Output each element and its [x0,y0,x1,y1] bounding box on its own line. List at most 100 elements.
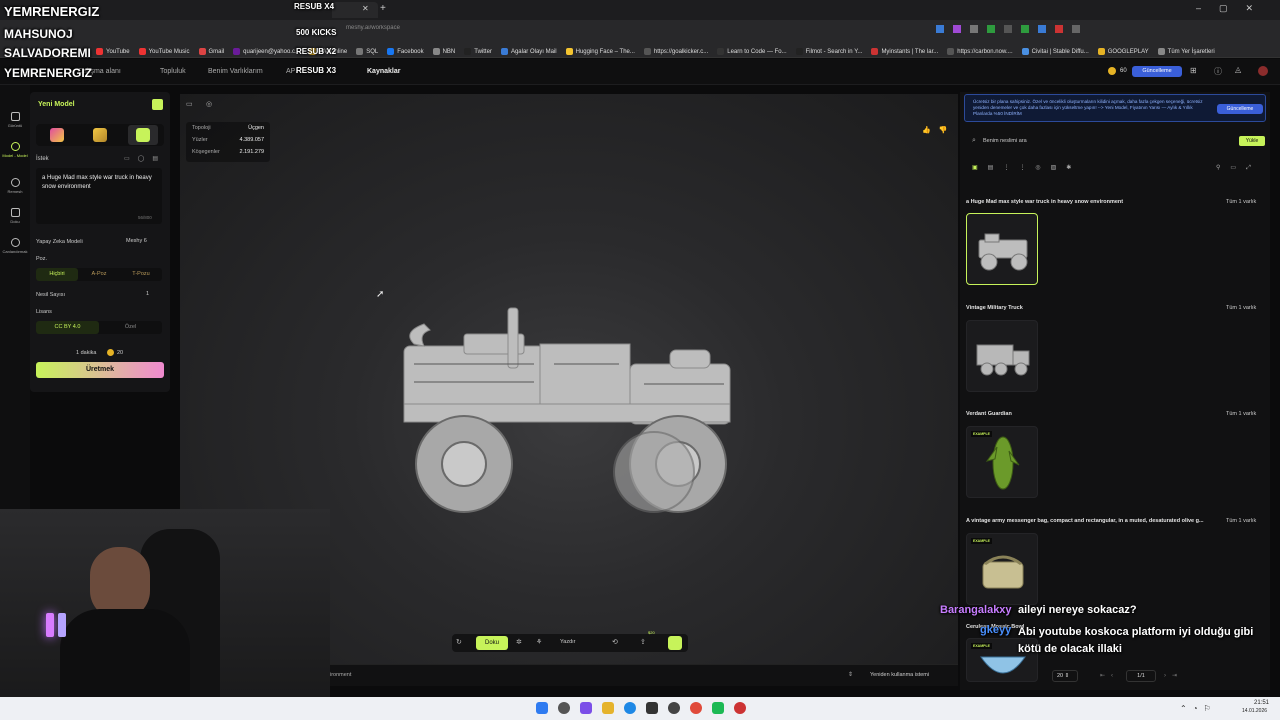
help-icon[interactable]: ⓘ [1214,66,1222,77]
bookmark-item[interactable]: https://goalkicker.c... [643,44,708,60]
app-icon[interactable] [712,702,724,714]
github-icon[interactable] [668,702,680,714]
asset-thumb-verdant-guardian[interactable]: EXAMPLE [966,426,1038,498]
asset-thumb-war-truck[interactable] [966,213,1038,285]
new-model-icon[interactable] [152,99,163,110]
new-tab-icon[interactable]: + [380,3,386,14]
bookmark-item[interactable]: Civitai | Stable Diffu... [1021,44,1089,60]
export-icon[interactable]: ⇪ [640,638,646,646]
expand-icon[interactable]: ⇕ [848,671,853,678]
edge-icon[interactable] [624,702,636,714]
view-icons[interactable]: ⚲▭⤢ [1216,164,1261,172]
prompt-textarea[interactable]: a Huge Mad max style war truck in heavy … [36,168,162,224]
bookmark-item[interactable]: GOOGLEPLAY [1097,44,1149,60]
materials-icon[interactable]: ✲ [516,638,522,646]
rail-image[interactable]: Görüntü [0,112,30,128]
browser-tab[interactable] [332,2,378,18]
asset-title[interactable]: Verdant Guardian [966,411,1216,417]
bookmark-item[interactable]: Myinstants | The lar... [871,44,938,60]
text-to-3d-icon[interactable] [50,128,64,142]
asset-count[interactable]: Tüm 1 varlık [1226,518,1256,524]
bell-icon[interactable]: ◬ [1235,65,1241,74]
reuse-prompt-button[interactable]: Yeniden kullanma istemi [870,672,929,678]
pose-a[interactable]: A-Poz [78,268,120,281]
ai-model-select[interactable]: Meshy 6 [126,238,147,244]
start-icon[interactable] [536,702,548,714]
image-to-3d-icon[interactable] [93,128,107,142]
texture-button[interactable]: Doku [476,636,508,650]
bookmark-item[interactable]: Gmail [198,44,224,60]
chrome-icon[interactable] [690,702,702,714]
pose-none[interactable]: Hiçbiri [36,268,78,281]
extension-icons[interactable] [936,25,1206,36]
clock-date[interactable]: 14.01.2026 [1242,708,1267,714]
rating-icons[interactable]: 👍👎 [922,126,955,134]
page-size-select[interactable]: 20 ⇕ [1052,670,1078,682]
prompt-tools-icons[interactable]: ▭◯▤ [124,155,166,162]
gen-count-select[interactable]: 1 [146,291,149,297]
url-text[interactable]: meshy.ai/workspace [346,25,606,31]
pose-t[interactable]: T-Pozu [120,268,162,281]
asset-title[interactable]: Vintage Military Truck [966,305,1216,311]
terminal-icon[interactable] [646,702,658,714]
download-icon[interactable] [668,636,682,650]
page-indicator[interactable]: 1/1 [1126,670,1156,682]
tab-close-icon[interactable]: ✕ [362,4,369,13]
bookmark-item[interactable]: SQL [356,44,378,60]
asset-thumb-military-truck[interactable] [966,320,1038,392]
filter-icons[interactable]: ▣▤⋮⋮◎▨✱ [972,164,1082,174]
promo-upgrade-button[interactable]: Güncelleme [1217,104,1263,114]
gift-icon[interactable]: ⊞ [1190,66,1197,75]
rail-model[interactable]: Model - Model [0,142,30,158]
pager-next-icons[interactable]: ›⇥ [1164,672,1183,679]
rail-remesh[interactable]: Remesh [0,178,30,194]
bookmark-item[interactable]: Tüm Yer İşaretleri [1157,44,1215,60]
remesh-tool-icon[interactable]: ⟲ [612,638,618,646]
generate-button[interactable]: Üretmek [36,362,164,378]
bookmark-item[interactable]: Learn to Code — Fo... [717,44,787,60]
window-controls[interactable]: –▢✕ [1196,3,1271,14]
bookmark-item[interactable]: YouTube Music [138,44,190,60]
bookmark-item[interactable]: Twitter [464,44,492,60]
upload-button[interactable]: Yükle [1239,136,1265,146]
rig-icon[interactable]: ⚘ [536,638,542,646]
bookmark-item[interactable]: Filmot - Search in Y... [795,44,862,60]
rotate-icon[interactable]: ↻ [456,638,462,646]
rail-texture[interactable]: Doku [0,208,30,224]
streamer-body [60,609,190,697]
print-button[interactable]: Yazdır [560,639,576,645]
app-icon[interactable] [734,702,746,714]
search-icon[interactable] [558,702,570,714]
tab-multi-active[interactable] [128,125,158,145]
asset-count[interactable]: Tüm 1 varlık [1226,199,1256,205]
asset-thumb-messenger-bag[interactable]: EXAMPLE [966,533,1038,605]
tray-icons[interactable]: ⌃◔⚐ [1180,704,1217,713]
bookmark-item[interactable]: YouTube [96,44,130,60]
settings-icon[interactable]: ◎ [206,100,212,108]
license-cc[interactable]: CC BY 4.0 [36,321,99,334]
clock-time[interactable]: 21:51 [1254,700,1269,706]
avatar[interactable] [1258,66,1268,76]
bookmark-item[interactable]: NBN [432,44,455,60]
copilot-icon[interactable] [580,702,592,714]
bookmark-item[interactable]: Hugging Face – The... [565,44,635,60]
bookmark-item[interactable]: quarijeen@yahoo.c... [233,44,300,60]
asset-count[interactable]: Tüm 1 varlık [1226,305,1256,311]
asset-count[interactable]: Tüm 1 varlık [1226,411,1256,417]
explorer-icon[interactable] [602,702,614,714]
monitor-icon[interactable]: ▭ [186,100,193,108]
nav-my-assets[interactable]: Benim Varlıklarım [208,68,263,75]
bookmark-item[interactable]: https://carbon.now.... [947,44,1013,60]
asset-title[interactable]: a Huge Mad max style war truck in heavy … [966,199,1216,205]
bookmark-item[interactable]: Agalar Olayı Mail [500,44,557,60]
bookmark-favicon-icon [464,48,472,55]
upgrade-button[interactable]: Güncelleme [1132,66,1182,77]
pager-prev-icons[interactable]: ⇤‹ [1100,672,1119,679]
bookmark-item[interactable]: Facebook [387,44,424,60]
nav-resources[interactable]: Kaynaklar [367,68,400,75]
search-input[interactable]: Benim neslimi ara [983,138,1027,144]
rail-animate[interactable]: Canlandırmak [0,238,30,254]
nav-community[interactable]: Topluluk [160,68,186,75]
asset-title[interactable]: A vintage army messenger bag, compact an… [966,518,1216,524]
license-private[interactable]: Özel [99,321,162,334]
